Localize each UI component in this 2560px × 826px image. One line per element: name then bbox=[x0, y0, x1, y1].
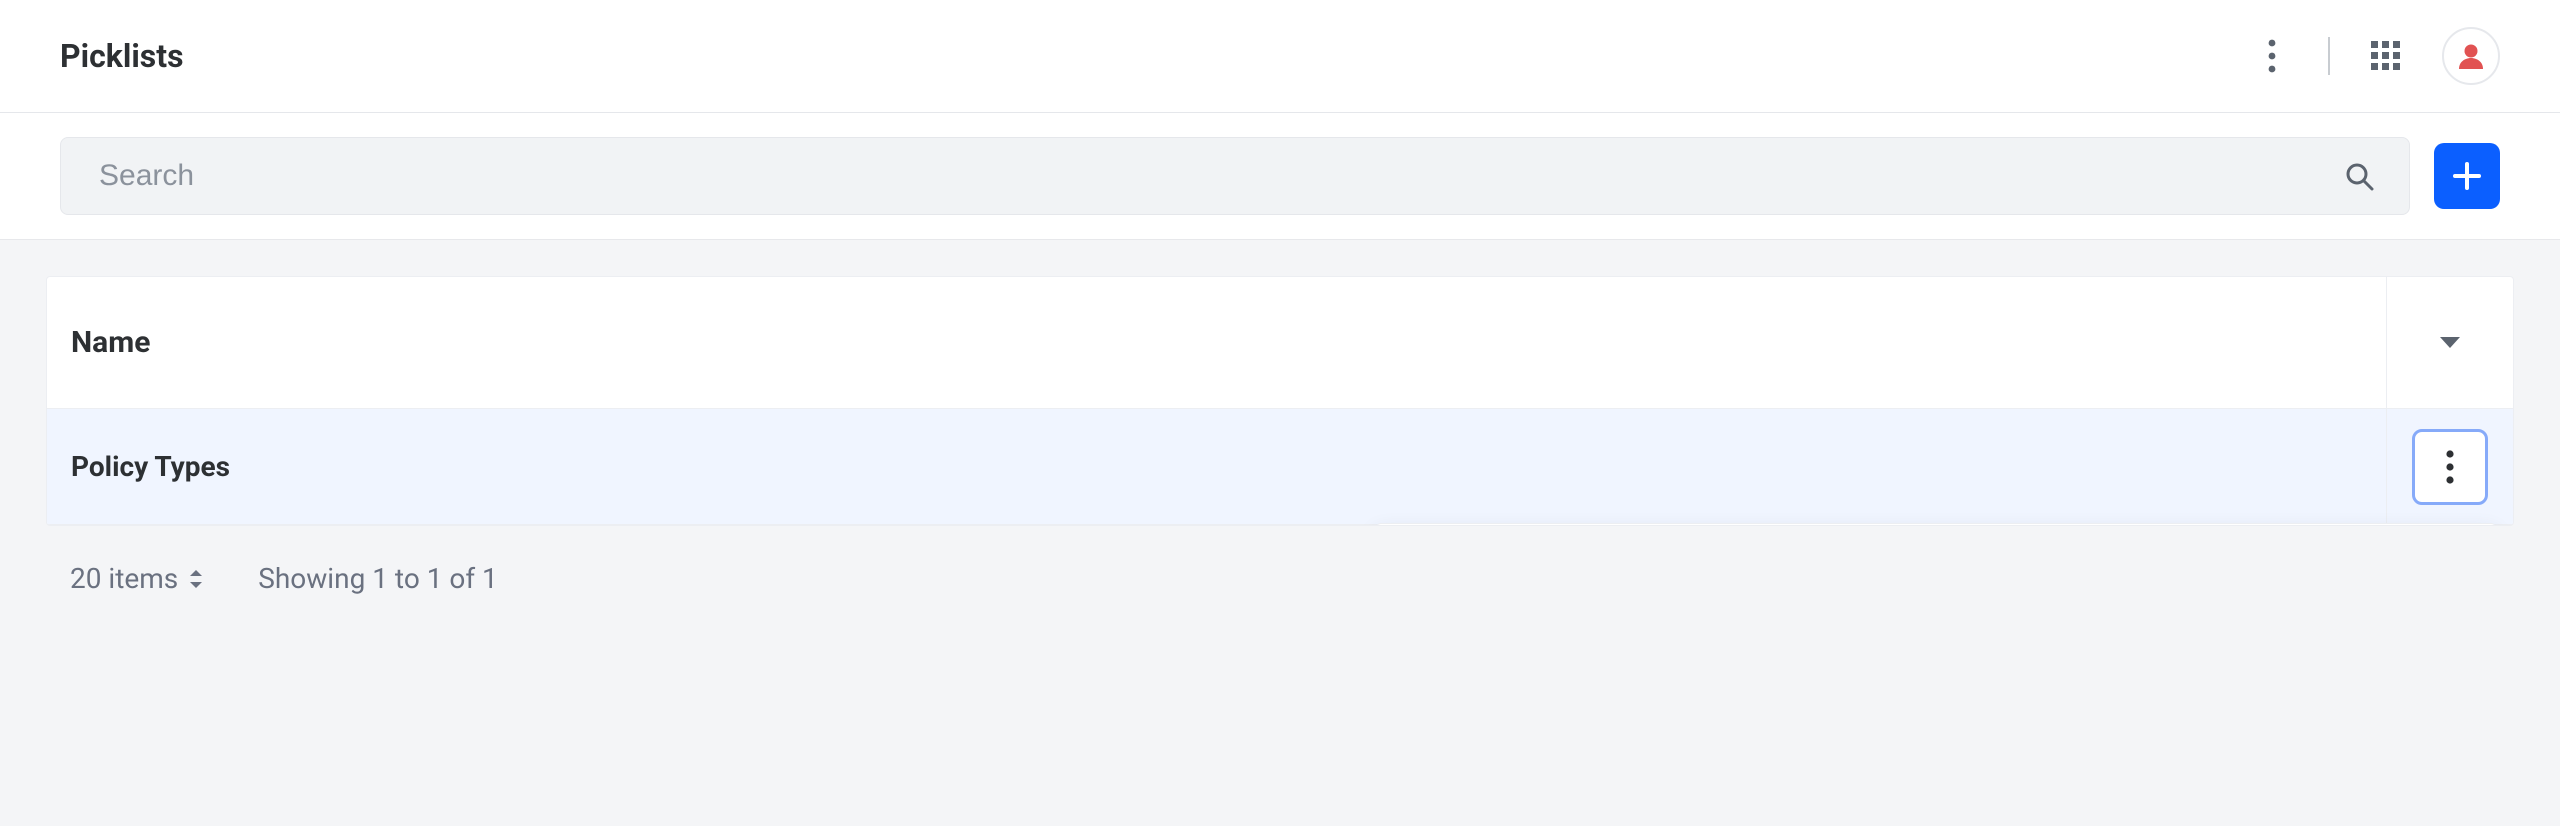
pagination-summary: Showing 1 to 1 of 1 bbox=[258, 562, 498, 595]
page-title: Picklists bbox=[60, 37, 184, 75]
user-icon bbox=[2458, 42, 2484, 70]
header-actions bbox=[2242, 26, 2500, 86]
apps-grid-icon bbox=[2371, 41, 2401, 71]
separator bbox=[2328, 37, 2330, 75]
app-header: Picklists bbox=[0, 0, 2560, 113]
row-actions-button[interactable] bbox=[2412, 429, 2488, 505]
toolbar bbox=[0, 113, 2560, 240]
kebab-icon bbox=[2445, 449, 2455, 485]
content-area: Name Policy Types bbox=[0, 240, 2560, 631]
cell-actions bbox=[2387, 409, 2513, 524]
pagination-bar: 20 items Showing 1 to 1 of 1 bbox=[46, 526, 2514, 631]
page-size-label: 20 items bbox=[70, 562, 178, 595]
apps-menu-button[interactable] bbox=[2356, 26, 2416, 86]
search-button[interactable] bbox=[2337, 154, 2381, 198]
column-header-actions[interactable] bbox=[2387, 277, 2513, 408]
caret-down-icon bbox=[2439, 336, 2461, 350]
column-header-name[interactable]: Name bbox=[47, 277, 2387, 408]
sort-caret-icon bbox=[188, 568, 204, 590]
cell-name: Policy Types bbox=[47, 409, 2387, 524]
plus-icon bbox=[2451, 160, 2483, 192]
table-header-row: Name bbox=[47, 277, 2513, 409]
user-avatar[interactable] bbox=[2442, 27, 2500, 85]
table-row[interactable]: Policy Types bbox=[47, 409, 2513, 525]
data-card: Name Policy Types bbox=[46, 276, 2514, 526]
add-button[interactable] bbox=[2434, 143, 2500, 209]
header-overflow-menu[interactable] bbox=[2242, 26, 2302, 86]
magnifier-icon bbox=[2344, 161, 2374, 191]
row-actions-menu: View Delete bbox=[1375, 523, 2497, 526]
kebab-icon bbox=[2267, 39, 2277, 73]
search-input[interactable] bbox=[97, 158, 2337, 194]
page-size-selector[interactable]: 20 items bbox=[70, 562, 204, 595]
search-box bbox=[60, 137, 2410, 215]
